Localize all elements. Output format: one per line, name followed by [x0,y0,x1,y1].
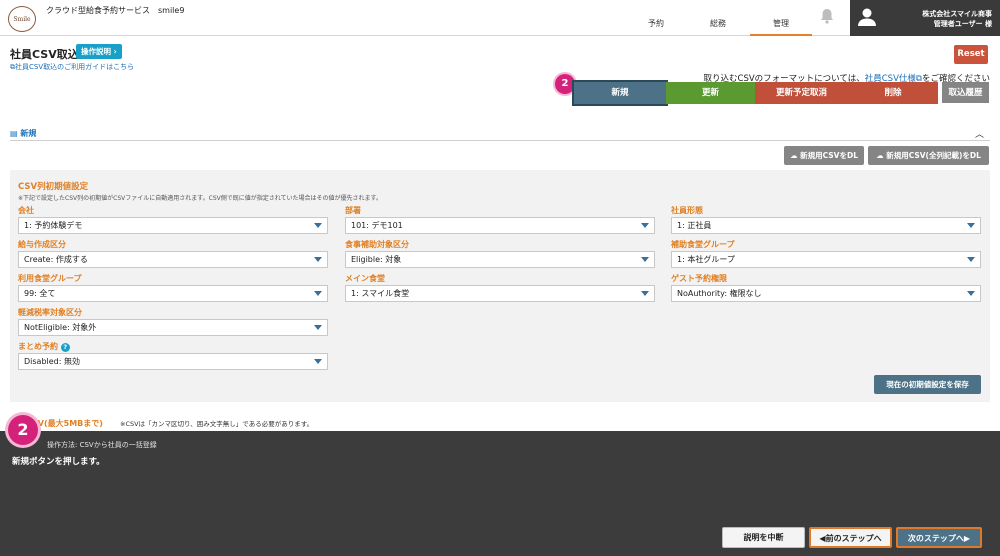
dropdown-arrow-icon [314,359,322,364]
tab-update[interactable]: 更新 [666,82,755,104]
next-step-button[interactable]: 次のステップへ▶ [896,527,982,548]
tax-reduction-label: 軽減税率対象区分 [18,308,82,317]
user-menu[interactable]: 株式会社スマイル商事 管理者ユーザー 様 [850,0,1000,36]
nav-management[interactable]: 管理 [750,18,812,36]
tutorial-description: 新規ボタンを押します。 [12,457,105,467]
dropdown-arrow-icon [967,257,975,262]
cloud-download-icon: ☁ [876,151,887,160]
dropdown-arrow-icon [641,291,649,296]
user-icon [858,8,876,26]
company-name: 株式会社スマイル商事 [922,10,992,18]
dropdown-arrow-icon [314,223,322,228]
defaults-title: CSV列初期値設定 [18,182,89,192]
chevron-up-icon[interactable]: ︿ [975,127,984,140]
use-group-label: 利用食堂グループ [18,274,82,283]
meal-subsidy-select[interactable]: Eligible: 対象 [345,251,655,268]
section-header: ▤ 新規 [10,128,36,139]
main-cafeteria-label: メイン食堂 [345,274,385,283]
use-group-select[interactable]: 99: 全て [18,285,328,302]
salary-label: 給与作成区分 [18,240,66,249]
salary-select[interactable]: Create: 作成する [18,251,328,268]
employment-type-label: 社員形態 [671,206,703,215]
download-new-csv-full-button[interactable]: ☁ 新規用CSV(全列記載)をDL [868,146,989,165]
company-label: 会社 [18,206,34,215]
employment-type-select[interactable]: 1: 正社員 [671,217,981,234]
nav-reserve[interactable]: 予約 [636,18,676,36]
service-name: クラウド型給食予約サービス smile9 [46,6,185,15]
import-history-button[interactable]: 取込履歴 [942,82,989,103]
tax-reduction-select[interactable]: NotEligible: 対象外 [18,319,328,336]
previous-step-button[interactable]: ◀前のステップへ [809,527,892,548]
dropdown-arrow-icon [967,291,975,296]
step-marker: 2 [555,74,575,94]
csv-file-note: ※CSVは「カンマ区切り、囲み文字無し」である必要があります。 [120,420,314,428]
guide-link-text[interactable]: 社員CSV取込のご利用ガイドはこちら [15,63,134,71]
tab-delete[interactable]: 削除 [848,82,938,104]
tutorial-step-title: 操作方法: CSVから社員の一括登録 [47,441,157,449]
stop-tutorial-button[interactable]: 説明を中断 [722,527,805,548]
section-title: 新規 [20,129,37,138]
help-circle-icon[interactable]: ? [60,343,70,352]
download-new-csv-full-label: 新規用CSV(全列記載)をDL [886,151,981,160]
bulk-reservation-label: まとめ予約 ? [18,341,70,352]
dept-label: 部署 [345,206,361,215]
guest-authority-select[interactable]: NoAuthority: 権限なし [671,285,981,302]
document-icon: ▤ [10,129,21,138]
subsidy-group-label: 補助食堂グループ [671,240,735,249]
nav-general-affairs[interactable]: 総務 [698,18,738,36]
tab-cancel-scheduled-update[interactable]: 更新予定取消 [755,82,848,104]
dropdown-arrow-icon [314,325,322,330]
dropdown-arrow-icon [967,223,975,228]
section-divider [10,140,990,141]
help-button[interactable]: 操作説明 › [76,44,122,59]
dropdown-arrow-icon [314,291,322,296]
guest-authority-label: ゲスト予約権限 [671,274,727,283]
main-cafeteria-select[interactable]: 1: スマイル食堂 [345,285,655,302]
save-defaults-button[interactable]: 現在の初期値設定を保存 [874,375,981,394]
download-new-csv-button[interactable]: ☁ 新規用CSVをDL [784,146,864,165]
dropdown-arrow-icon [641,223,649,228]
dropdown-arrow-icon [641,257,649,262]
company-select[interactable]: 1: 予約体験デモ [18,217,328,234]
bell-icon[interactable] [820,8,834,24]
dropdown-arrow-icon [314,257,322,262]
subsidy-group-select[interactable]: 1: 本社グループ [671,251,981,268]
smile-logo[interactable]: Smile [8,6,36,32]
download-new-csv-label: 新規用CSVをDL [800,151,858,160]
cloud-download-icon: ☁ [790,151,801,160]
bulk-reservation-select[interactable]: Disabled: 無効 [18,353,328,370]
meal-subsidy-label: 食事補助対象区分 [345,240,409,249]
defaults-note: ※下記で設定したCSV列の初期値がCSVファイルに自動適用されます。CSV側で既… [18,195,382,202]
reset-button[interactable]: Reset [954,45,988,64]
user-name: 管理者ユーザー 様 [933,20,992,28]
guide-link[interactable]: ⧉社員CSV取込のご利用ガイドはこちら [10,62,134,72]
step-marker-large: 2 [8,415,38,445]
page-title: 社員CSV取込 [10,48,79,61]
dept-select[interactable]: 101: デモ101 [345,217,655,234]
tab-new[interactable]: 新規 [572,80,668,106]
